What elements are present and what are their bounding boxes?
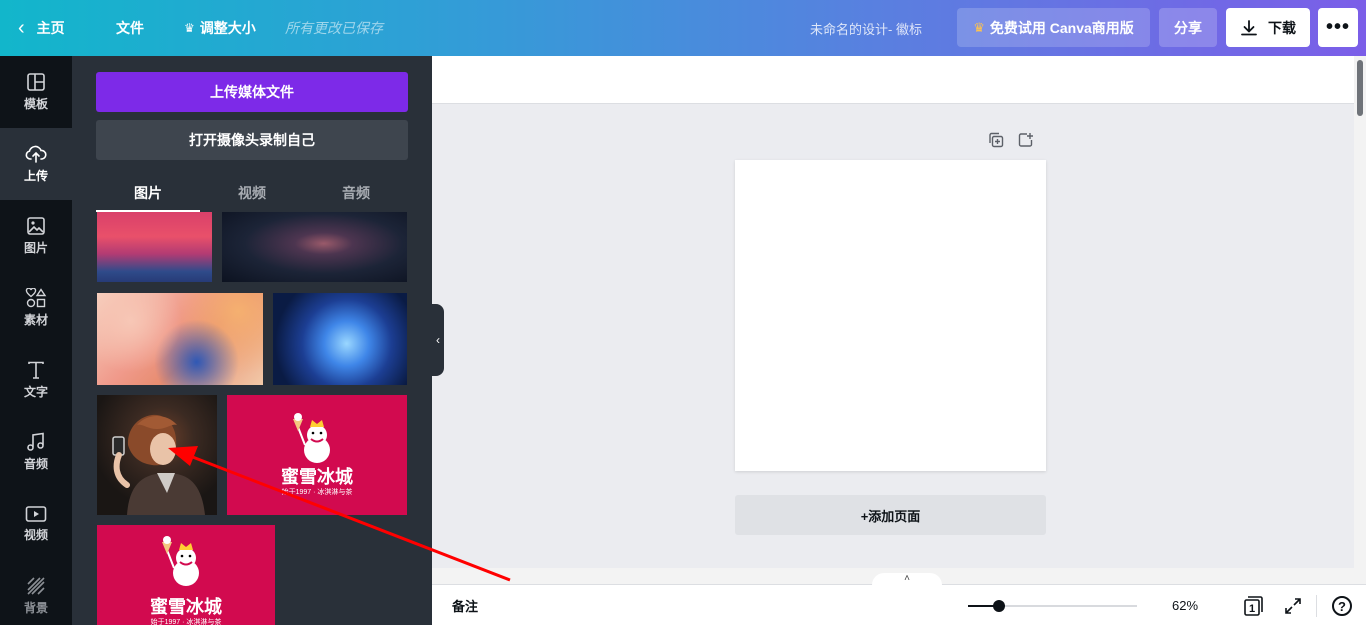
- text-icon: [28, 361, 44, 379]
- nav-text[interactable]: 文字: [0, 344, 72, 416]
- nav-audio[interactable]: 音频: [0, 416, 72, 488]
- brand-name: 蜜雪冰城: [281, 467, 353, 487]
- help-button[interactable]: ?: [1332, 596, 1352, 616]
- page-count-button[interactable]: 1: [1242, 595, 1264, 617]
- uploaded-image-abstract-waves[interactable]: [97, 293, 263, 385]
- nav-background[interactable]: 背景: [0, 560, 72, 625]
- home-label: 主页: [36, 20, 65, 36]
- resize-label: 调整大小: [199, 20, 256, 36]
- shapes-icon: [25, 288, 47, 308]
- video-icon: [25, 506, 47, 522]
- share-button[interactable]: 分享: [1159, 8, 1217, 47]
- vertical-scrollbar[interactable]: [1354, 56, 1366, 584]
- nav-label: 上传: [23, 169, 48, 183]
- record-camera-button[interactable]: 打开摄像头录制自己: [96, 120, 408, 160]
- uploaded-image-brand-logo[interactable]: 蜜雪冰城 始于1997 · 冰淇淋与茶: [227, 395, 407, 515]
- top-toolbar: ‹ 主页 文件 ♛ 调整大小 所有更改已保存 未命名的设计- 徽标 ♛ 免费试用…: [0, 0, 1366, 56]
- collapse-panel-button[interactable]: ‹: [432, 304, 444, 376]
- crown-icon: ♛: [973, 19, 985, 35]
- brand-tagline: 始于1997 · 冰淇淋与茶: [281, 489, 353, 496]
- try-pro-button[interactable]: ♛ 免费试用 Canva商用版: [957, 8, 1150, 47]
- nav-label: 视频: [23, 528, 48, 542]
- upload-media-button[interactable]: 上传媒体文件: [96, 72, 408, 112]
- uploaded-image-galaxy[interactable]: [222, 212, 407, 282]
- tab-images[interactable]: 图片: [96, 174, 200, 212]
- add-page-button[interactable]: +添加页面: [735, 495, 1046, 535]
- chevron-up-icon: ˄: [904, 573, 910, 584]
- fullscreen-icon: [1285, 598, 1301, 614]
- image-icon: [27, 217, 45, 235]
- side-nav: 模板 上传 图片 素材 文字 音频 视频 背景: [0, 56, 72, 625]
- nav-label: 模板: [23, 97, 48, 111]
- chevron-left-icon: ‹: [18, 17, 25, 39]
- editor-toolbar: [432, 56, 1354, 104]
- add-page-icon: [1018, 133, 1033, 147]
- crown-icon: ♛: [184, 21, 195, 35]
- tab-videos[interactable]: 视频: [200, 174, 304, 212]
- page-count: 1: [1249, 603, 1255, 615]
- uploaded-image-blue-ribbons[interactable]: [273, 293, 407, 385]
- nav-photos[interactable]: 图片: [0, 200, 72, 272]
- uploaded-image-brand-logo-2[interactable]: 蜜雪冰城 始于1997 · 冰淇淋与茶: [97, 525, 275, 625]
- zoom-percentage[interactable]: 62%: [1172, 585, 1198, 625]
- editor-area: +添加页面: [432, 56, 1366, 584]
- nav-label: 图片: [23, 241, 48, 255]
- page-tools: [988, 132, 1048, 152]
- brand-tagline: 始于1997 · 冰淇淋与茶: [150, 619, 222, 625]
- snowman-mascot-icon: [293, 413, 330, 463]
- zoom-minus-icon[interactable]: [968, 605, 980, 607]
- download-icon: [1241, 19, 1257, 35]
- anime-boy-illustration: [112, 414, 205, 515]
- duplicate-page-button[interactable]: [988, 132, 1004, 152]
- add-page-icon-button[interactable]: [1018, 132, 1034, 152]
- file-menu[interactable]: 文件: [116, 0, 144, 56]
- more-options-button[interactable]: •••: [1318, 8, 1358, 47]
- tab-audio[interactable]: 音频: [304, 174, 408, 212]
- nav-video[interactable]: 视频: [0, 488, 72, 560]
- download-label: 下载: [1268, 19, 1296, 36]
- layout-icon: [27, 73, 45, 91]
- nav-templates[interactable]: 模板: [0, 56, 72, 128]
- music-note-icon: [27, 432, 44, 451]
- nav-label: 音频: [23, 457, 48, 471]
- download-button[interactable]: 下载: [1226, 8, 1310, 47]
- media-tabs: 图片 视频 音频: [96, 174, 408, 212]
- fullscreen-button[interactable]: [1284, 597, 1302, 615]
- nav-label: 素材: [23, 313, 48, 327]
- nav-label: 背景: [23, 601, 48, 615]
- nav-label: 文字: [23, 385, 48, 399]
- cloud-upload-icon: [25, 145, 47, 163]
- divider: [1316, 595, 1317, 617]
- scrollbar-thumb[interactable]: [1357, 60, 1363, 116]
- bottom-bar: ˄ 备注 62% 1 ?: [432, 573, 1366, 625]
- chevron-left-icon: ‹: [436, 333, 440, 347]
- design-title[interactable]: 未命名的设计- 徽标: [810, 0, 922, 56]
- zoom-slider-handle[interactable]: [992, 600, 1005, 612]
- brand-name: 蜜雪冰城: [150, 597, 222, 617]
- uploads-panel: 上传媒体文件 打开摄像头录制自己 图片 视频 音频 蜜雪冰城 始于1997 · …: [72, 56, 432, 625]
- expand-handle[interactable]: ˄: [872, 573, 942, 587]
- zoom-slider[interactable]: [980, 600, 1137, 612]
- nav-elements[interactable]: 素材: [0, 272, 72, 344]
- pages-icon: 1: [1244, 596, 1263, 616]
- uploaded-image-anime-boy[interactable]: [97, 395, 217, 515]
- uploaded-image-gradient-sunset[interactable]: [97, 212, 212, 282]
- home-button[interactable]: ‹ 主页: [18, 0, 65, 56]
- save-status: 所有更改已保存: [285, 20, 383, 36]
- notes-button[interactable]: 备注: [452, 585, 478, 625]
- duplicate-icon: [989, 132, 1004, 148]
- try-pro-label: 免费试用 Canva商用版: [989, 19, 1134, 36]
- resize-button[interactable]: ♛ 调整大小: [184, 0, 256, 56]
- design-page[interactable]: [735, 160, 1046, 471]
- nav-uploads[interactable]: 上传: [0, 128, 72, 200]
- pattern-icon: [27, 577, 45, 595]
